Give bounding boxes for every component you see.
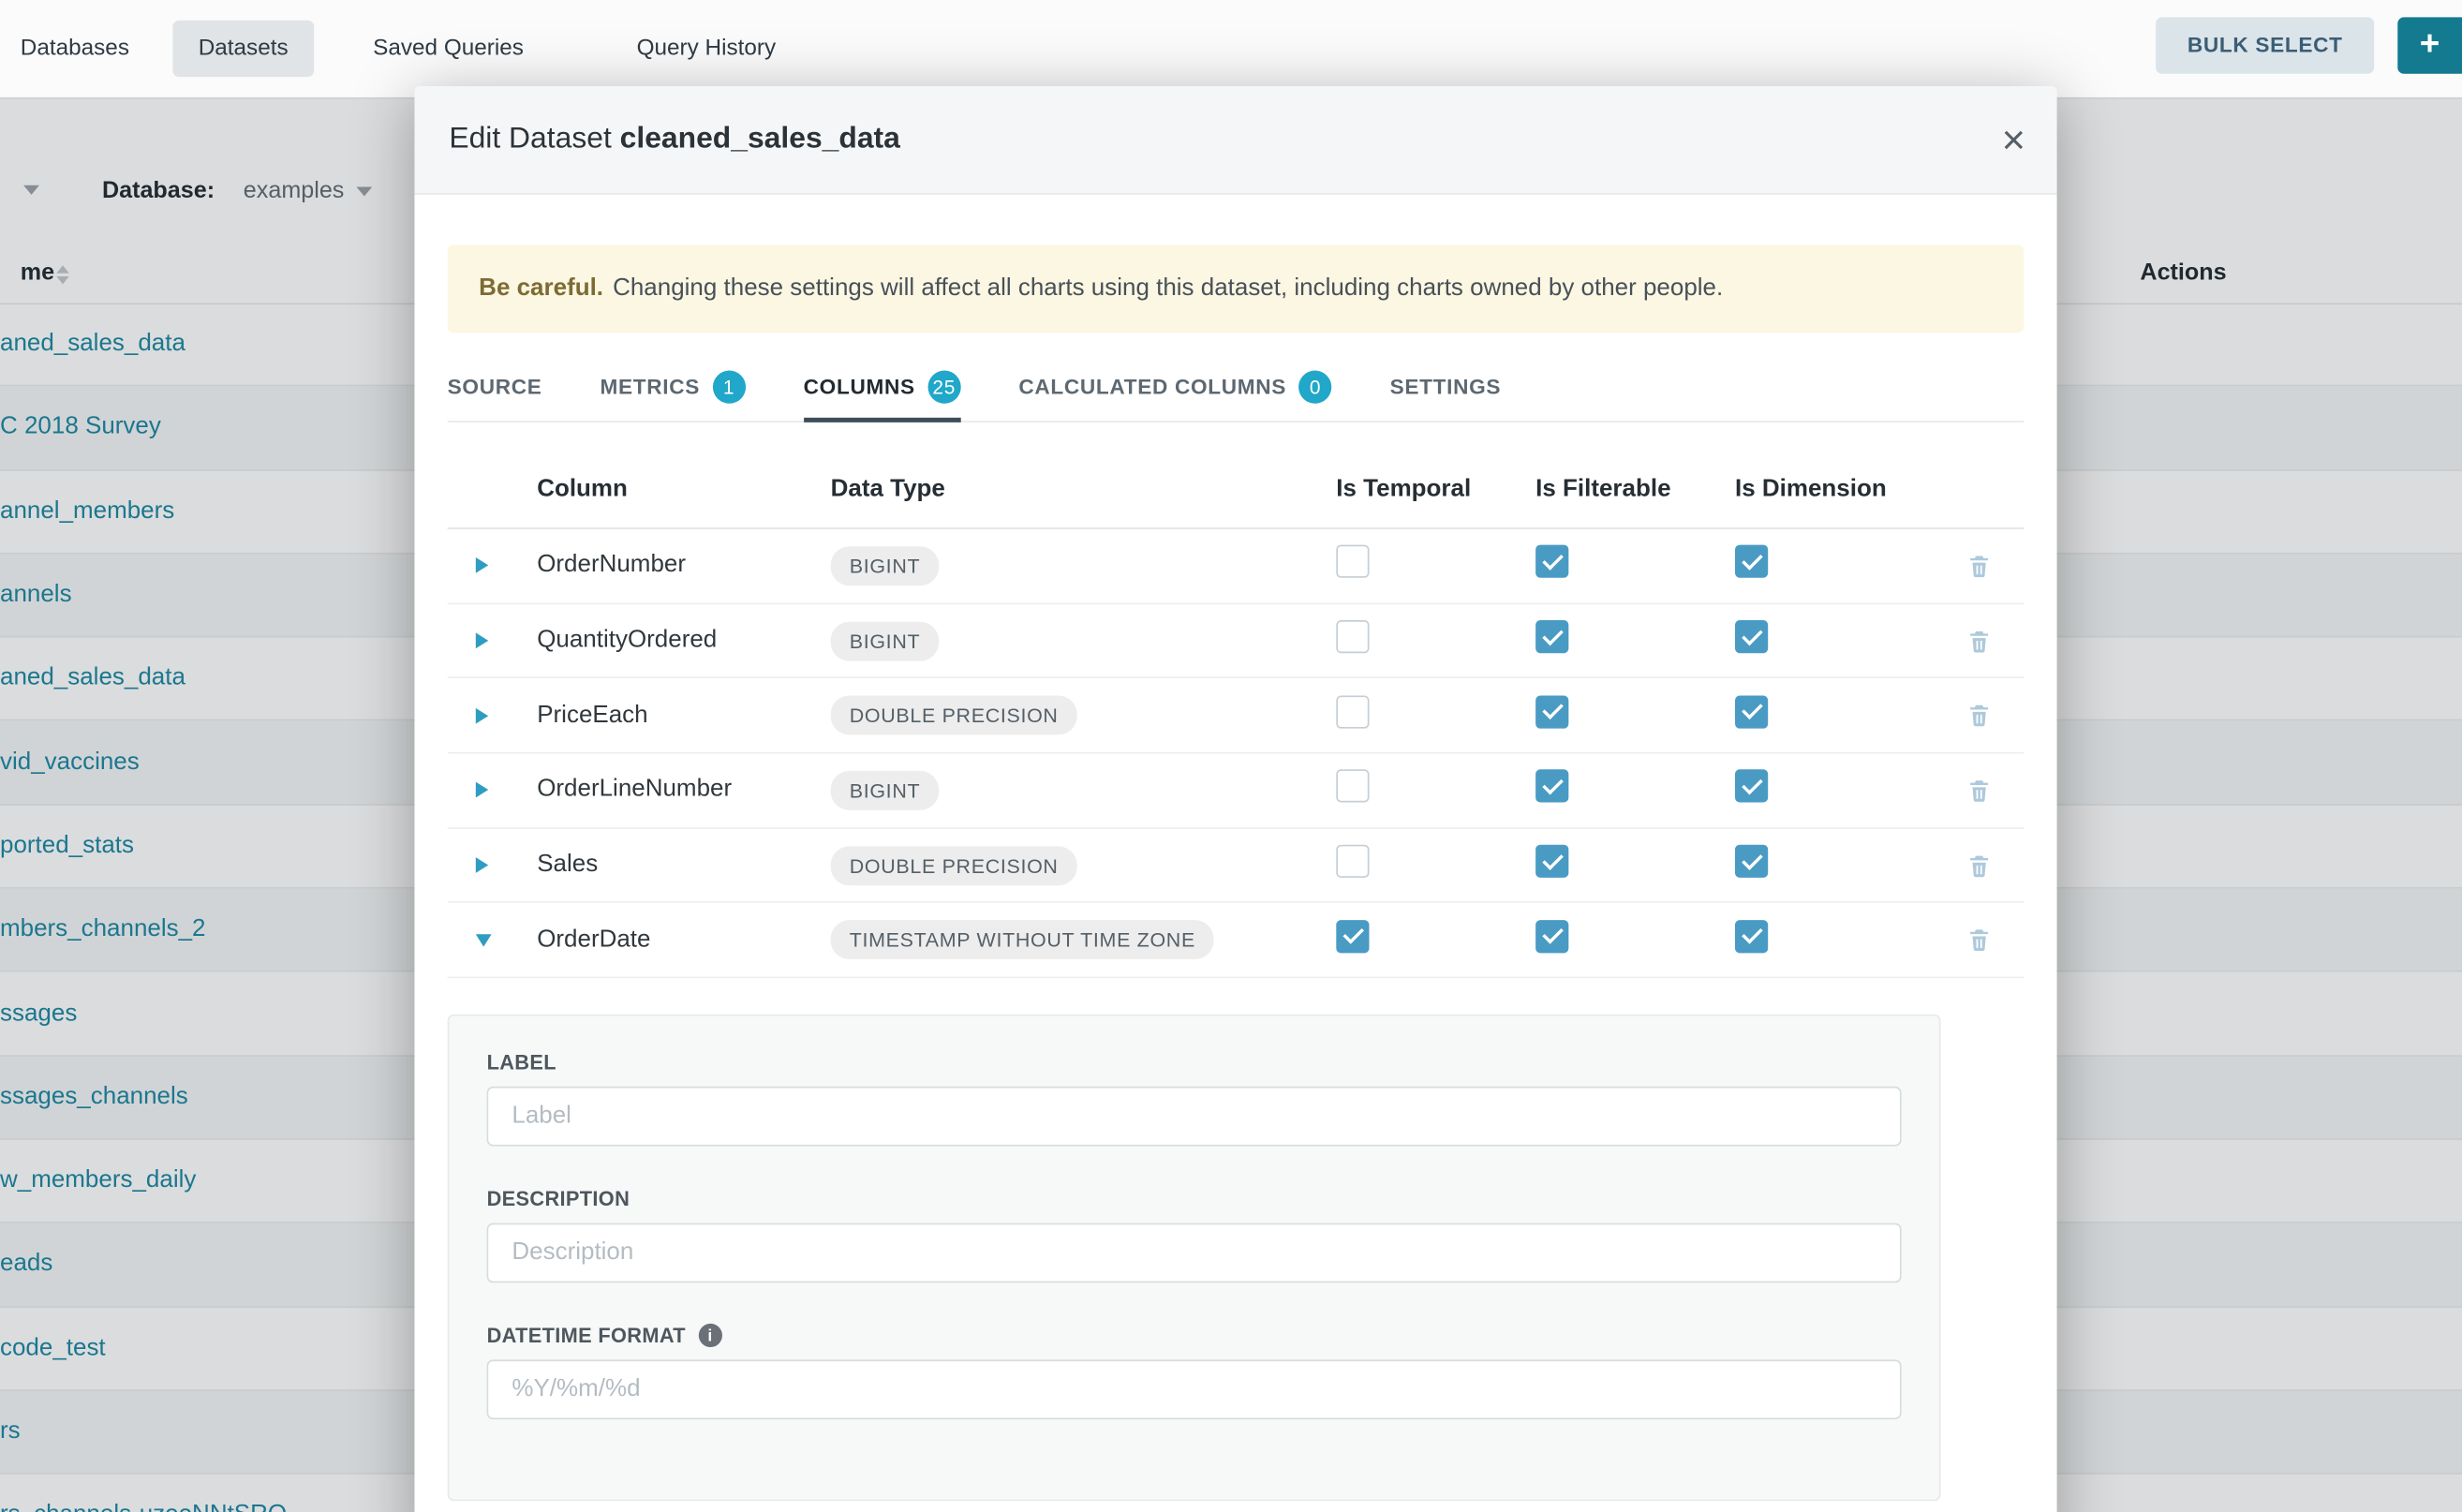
app: Databases Datasets Saved Queries Query H… (0, 0, 2462, 1512)
column-type-pill: BIGINT (831, 621, 940, 660)
modal-tabs: SOURCE METRICS1 COLUMNS25 CALCULATED COL… (448, 360, 2024, 422)
is-filterable-checkbox[interactable] (1535, 920, 1568, 953)
is-filterable-checkbox[interactable] (1535, 695, 1568, 728)
is-temporal-checkbox[interactable] (1336, 845, 1369, 878)
calculated-columns-count-badge: 0 (1298, 371, 1331, 404)
column-type-pill: DOUBLE PRECISION (831, 846, 1077, 885)
warning-text: Changing these settings will affect all … (613, 274, 1723, 301)
expand-caret-icon[interactable] (476, 632, 488, 648)
header-is-dimension: Is Dimension (1735, 476, 1935, 504)
columns-count-badge: 25 (927, 371, 960, 404)
edit-dataset-modal: Edit Dataset cleaned_sales_data × Be car… (414, 86, 2056, 1512)
label-field-group: LABEL (487, 1050, 1902, 1146)
expand-caret-icon[interactable] (476, 707, 488, 723)
delete-column-icon[interactable] (1965, 703, 1992, 729)
columns-table-body: OrderNumberBIGINTQuantityOrderedBIGINTPr… (448, 529, 2024, 979)
delete-column-icon[interactable] (1965, 553, 1992, 579)
is-dimension-checkbox[interactable] (1735, 695, 1768, 728)
datetime-format-field-label: DATETIME FORMAT i (487, 1324, 1902, 1347)
header-column: Column (537, 476, 830, 504)
description-field-group: DESCRIPTION (487, 1187, 1902, 1282)
is-filterable-checkbox[interactable] (1535, 545, 1568, 578)
expand-caret-icon[interactable] (476, 857, 488, 873)
tab-metrics[interactable]: METRICS1 (601, 360, 746, 421)
column-type-pill: DOUBLE PRECISION (831, 696, 1077, 735)
expand-caret-icon[interactable] (476, 558, 488, 574)
delete-column-icon[interactable] (1965, 628, 1992, 654)
add-dataset-button[interactable]: + (2397, 17, 2462, 73)
tab-calculated-columns[interactable]: CALCULATED COLUMNS0 (1018, 360, 1331, 421)
column-name: OrderNumber (537, 552, 830, 580)
expand-caret-icon[interactable] (476, 782, 488, 798)
is-filterable-checkbox[interactable] (1535, 845, 1568, 878)
header-data-type: Data Type (831, 476, 1337, 504)
is-filterable-checkbox[interactable] (1535, 620, 1568, 653)
is-temporal-checkbox[interactable] (1336, 545, 1369, 578)
is-filterable-checkbox[interactable] (1535, 770, 1568, 803)
top-nav: Databases Datasets Saved Queries Query H… (0, 0, 2462, 99)
label-input[interactable] (487, 1087, 1902, 1147)
column-row: SalesDOUBLE PRECISION (448, 829, 2024, 904)
column-type-pill: BIGINT (831, 546, 940, 586)
column-row: QuantityOrderedBIGINT (448, 604, 2024, 679)
column-type-pill: TIMESTAMP WITHOUT TIME ZONE (831, 921, 1214, 960)
collapse-caret-icon[interactable] (476, 934, 492, 946)
close-icon[interactable]: × (2002, 119, 2025, 160)
info-icon[interactable]: i (698, 1324, 721, 1347)
column-row: OrderDateTIMESTAMP WITHOUT TIME ZONE (448, 903, 2024, 978)
column-row: OrderLineNumberBIGINT (448, 754, 2024, 829)
tab-settings[interactable]: SETTINGS (1390, 360, 1502, 421)
is-temporal-checkbox[interactable] (1336, 920, 1369, 953)
column-name: OrderLineNumber (537, 777, 830, 805)
column-name: PriceEach (537, 702, 830, 730)
is-dimension-checkbox[interactable] (1735, 620, 1768, 653)
nav-tab-datasets[interactable]: Datasets (173, 21, 314, 77)
column-detail-panel: LABEL DESCRIPTION DATETIME FORMAT i (448, 1015, 1941, 1502)
modal-body: Be careful. Changing these settings will … (414, 245, 2056, 1501)
is-temporal-checkbox[interactable] (1336, 620, 1369, 653)
delete-column-icon[interactable] (1965, 926, 1992, 953)
delete-column-icon[interactable] (1965, 852, 1992, 878)
is-dimension-checkbox[interactable] (1735, 770, 1768, 803)
column-row: OrderNumberBIGINT (448, 529, 2024, 604)
is-dimension-checkbox[interactable] (1735, 920, 1768, 953)
columns-table-header: Column Data Type Is Temporal Is Filterab… (448, 452, 2024, 529)
nav-tab-saved-queries[interactable]: Saved Queries (348, 21, 548, 77)
delete-column-icon[interactable] (1965, 777, 1992, 803)
warning-banner: Be careful. Changing these settings will … (448, 245, 2024, 333)
dataset-name: cleaned_sales_data (620, 123, 900, 156)
label-field-label: LABEL (487, 1050, 1902, 1074)
bulk-select-button[interactable]: BULK SELECT (2156, 17, 2374, 73)
header-is-temporal: Is Temporal (1336, 476, 1535, 504)
tab-source[interactable]: SOURCE (448, 360, 542, 421)
modal-title: Edit Dataset cleaned_sales_data (449, 123, 900, 157)
datetime-format-input[interactable] (487, 1360, 1902, 1420)
datetime-format-field-group: DATETIME FORMAT i (487, 1324, 1902, 1419)
is-temporal-checkbox[interactable] (1336, 770, 1369, 803)
is-temporal-checkbox[interactable] (1336, 695, 1369, 728)
column-row: PriceEachDOUBLE PRECISION (448, 679, 2024, 754)
metrics-count-badge: 1 (712, 371, 745, 404)
description-field-label: DESCRIPTION (487, 1187, 1902, 1210)
is-dimension-checkbox[interactable] (1735, 545, 1768, 578)
column-type-pill: BIGINT (831, 771, 940, 810)
column-name: Sales (537, 852, 830, 880)
description-input[interactable] (487, 1223, 1902, 1283)
warning-bold: Be careful. (479, 274, 603, 301)
nav-tab-query-history[interactable]: Query History (612, 21, 801, 77)
tab-columns[interactable]: COLUMNS25 (804, 360, 961, 421)
is-dimension-checkbox[interactable] (1735, 845, 1768, 878)
nav-tab-databases[interactable]: Databases (0, 21, 155, 77)
column-name: QuantityOrdered (537, 627, 830, 655)
column-name: OrderDate (537, 926, 830, 954)
modal-header: Edit Dataset cleaned_sales_data × (414, 86, 2056, 195)
header-is-filterable: Is Filterable (1535, 476, 1735, 504)
